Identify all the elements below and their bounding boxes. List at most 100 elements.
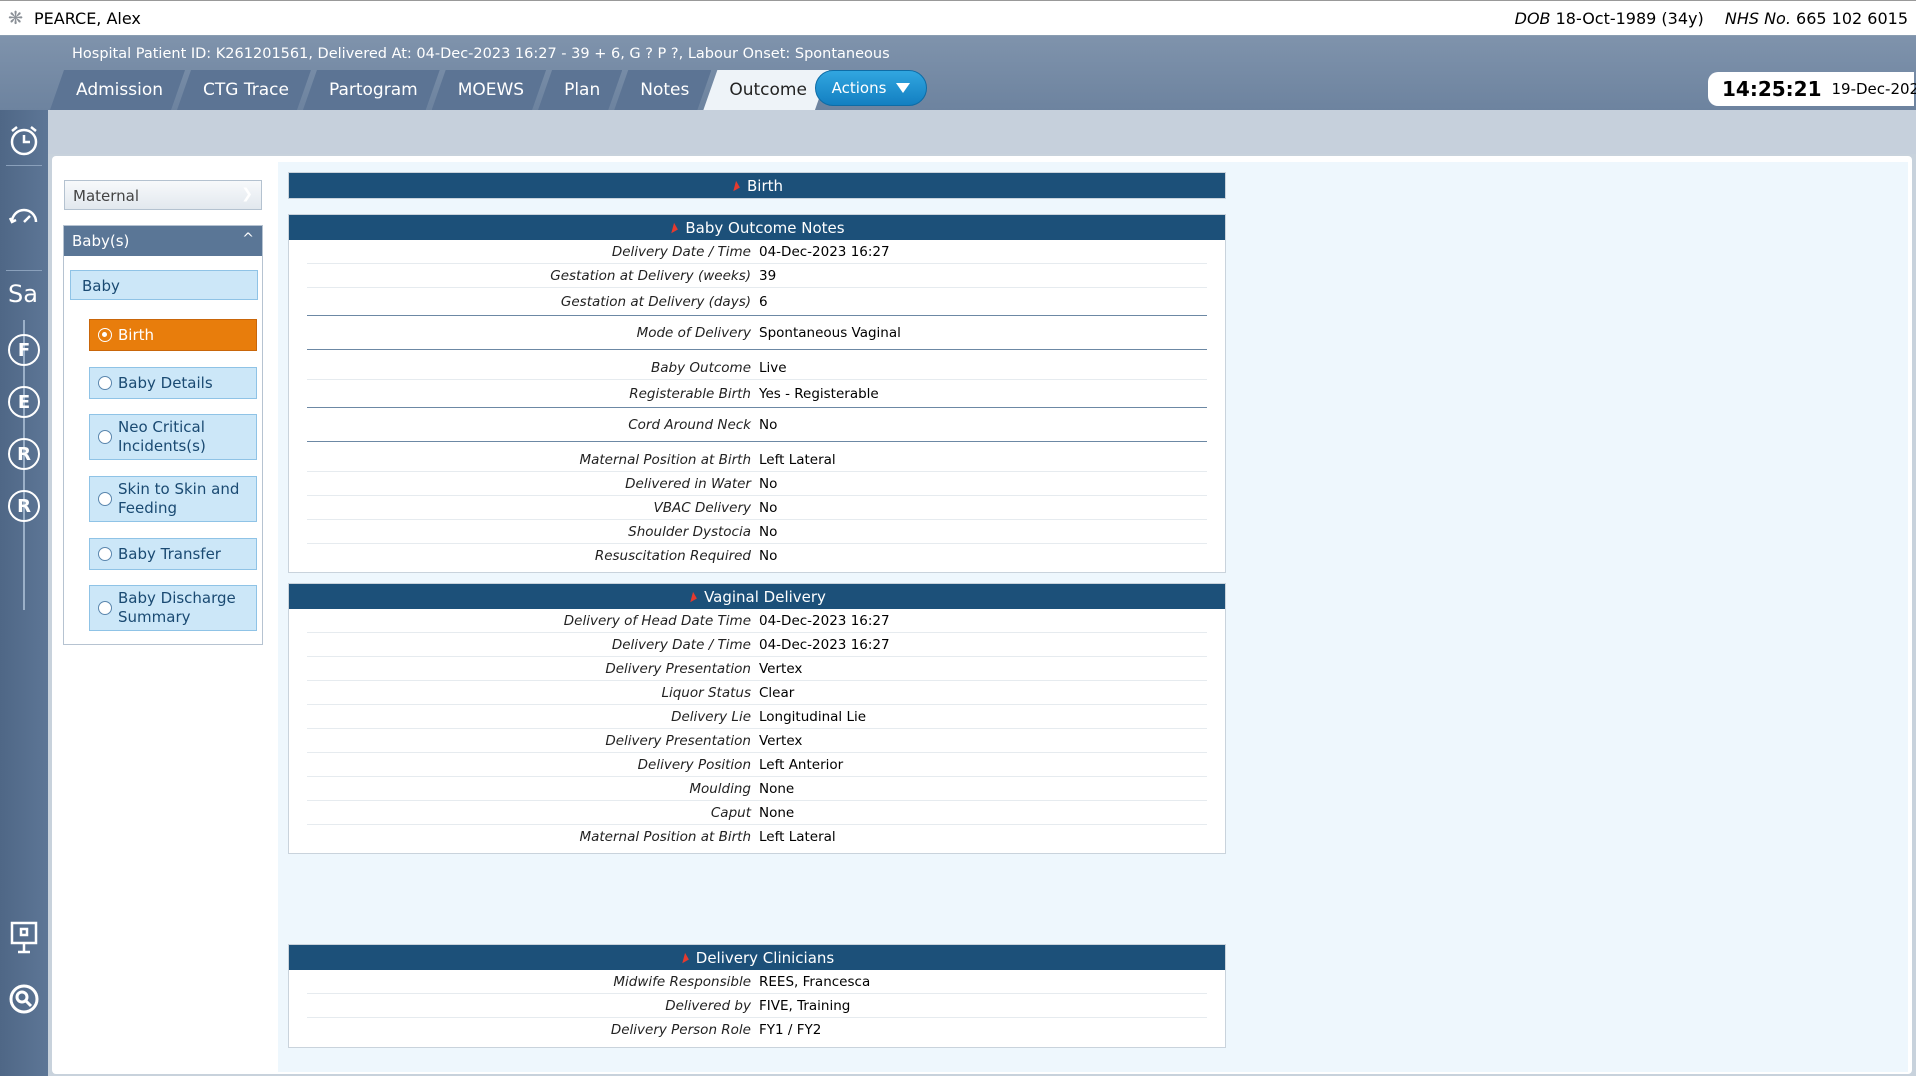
tab-ctg-trace[interactable]: CTG Trace xyxy=(177,70,311,110)
section-title: Baby Outcome Notes xyxy=(685,218,845,237)
presentation-board-icon[interactable] xyxy=(5,918,43,956)
row-label: Delivered in Water xyxy=(625,475,751,492)
rail-divider xyxy=(6,165,42,166)
row-label: Cord Around Neck xyxy=(628,416,751,433)
table-row: Liquor Status Clear xyxy=(307,681,1207,705)
nav-item-birth[interactable]: Birth xyxy=(89,319,257,351)
left-rail: Sa F E R R xyxy=(0,110,48,1076)
nav-item-label: Birth xyxy=(118,325,155,344)
birth-section: ◢ Birth xyxy=(288,172,1226,199)
toolbar-strip xyxy=(48,110,1916,154)
tab-outcome[interactable]: Outcome xyxy=(703,70,829,110)
radio-icon xyxy=(98,430,112,444)
alarm-clock-icon[interactable] xyxy=(5,121,43,159)
table-row: Baby Outcome Live xyxy=(307,350,1207,380)
row-label: Delivery Presentation xyxy=(605,732,751,749)
nav-item-baby-transfer[interactable]: Baby Transfer xyxy=(89,538,257,570)
radio-icon xyxy=(98,492,112,506)
flag-icon: ◢ xyxy=(667,220,680,235)
section-header: ◢ Vaginal Delivery xyxy=(289,584,1225,609)
row-value: No xyxy=(759,475,778,492)
row-label: Gestation at Delivery (weeks) xyxy=(550,267,751,284)
tab-partogram[interactable]: Partogram xyxy=(303,70,440,110)
clock-time: 14:25:21 xyxy=(1722,77,1822,101)
row-value: Spontaneous Vaginal xyxy=(759,324,901,341)
table-row: Delivery Presentation Vertex xyxy=(307,657,1207,681)
outcome-rows: Delivery Date / Time 04-Dec-2023 16:27 Ge… xyxy=(289,240,1225,568)
history-gauge-icon[interactable] xyxy=(5,198,43,236)
nhs-label: NHS No. xyxy=(1724,9,1791,28)
clock-display: 14:25:21 19-Dec-2023 xyxy=(1708,72,1916,106)
maternal-dropdown[interactable]: Maternal ❯ xyxy=(64,180,262,210)
nav-item-label: Baby Discharge Summary xyxy=(118,589,236,626)
flag-icon: ◢ xyxy=(685,589,698,604)
header-band: Hospital Patient ID: K261201561, Deliver… xyxy=(0,36,1916,110)
chevron-down-icon: ❯ xyxy=(241,186,253,202)
table-row: Delivery Position Left Anterior xyxy=(307,753,1207,777)
rail-letter-f[interactable]: F xyxy=(8,334,40,366)
baby-nav-panel: Baby(s) ^ Baby Birth Baby Details Neo Cr… xyxy=(63,225,263,645)
dob-value: 18-Oct-1989 (34y) xyxy=(1555,9,1704,28)
row-value: Clear xyxy=(759,684,795,701)
row-value: 04-Dec-2023 16:27 xyxy=(759,612,890,629)
table-row: VBAC Delivery No xyxy=(307,496,1207,520)
rail-letter-r-2[interactable]: R xyxy=(8,490,40,522)
tab-notes[interactable]: Notes xyxy=(614,70,711,110)
row-value: No xyxy=(759,523,778,540)
row-label: Moulding xyxy=(689,780,751,797)
nav-item-baby-discharge-summary[interactable]: Baby Discharge Summary xyxy=(89,585,257,631)
actions-label: Actions xyxy=(831,79,887,97)
row-value: 04-Dec-2023 16:27 xyxy=(759,243,890,260)
row-value: Live xyxy=(759,359,787,376)
row-label: Caput xyxy=(710,804,751,821)
radio-icon xyxy=(98,547,112,561)
search-icon[interactable] xyxy=(5,980,43,1018)
table-row: Midwife Responsible REES, Francesca xyxy=(307,970,1207,994)
row-value: Longitudinal Lie xyxy=(759,708,867,725)
radio-icon xyxy=(98,601,112,615)
tab-plan[interactable]: Plan xyxy=(538,70,622,110)
baby-item[interactable]: Baby xyxy=(70,270,258,300)
row-label: Delivery Presentation xyxy=(605,660,751,677)
tab-admission[interactable]: Admission xyxy=(50,70,185,110)
row-label: Gestation at Delivery (days) xyxy=(560,293,751,310)
settings-icon[interactable]: ❋ xyxy=(8,9,28,29)
section-title: Delivery Clinicians xyxy=(695,948,835,967)
nav-item-label: Baby Transfer xyxy=(118,544,221,563)
table-row: Delivery Date / Time 04-Dec-2023 16:27 xyxy=(307,633,1207,657)
rail-letter-e[interactable]: E xyxy=(8,386,40,418)
rail-sa[interactable]: Sa xyxy=(8,280,38,308)
row-label: Delivery Date / Time xyxy=(611,243,751,260)
row-label: VBAC Delivery xyxy=(653,499,752,516)
patient-info-line: Hospital Patient ID: K261201561, Deliver… xyxy=(72,46,890,62)
row-value: FIVE, Training xyxy=(759,997,851,1014)
baby-outcome-notes-section: ◢ Baby Outcome Notes Delivery Date / Tim… xyxy=(288,214,1226,573)
rail-divider xyxy=(6,270,42,271)
nav-item-label: Skin to Skin and Feeding xyxy=(118,480,240,517)
rail-letter-r[interactable]: R xyxy=(8,438,40,470)
table-row: Cord Around Neck No xyxy=(307,408,1207,442)
babies-header[interactable]: Baby(s) ^ xyxy=(64,226,262,256)
actions-button[interactable]: Actions xyxy=(815,70,927,106)
table-row: Maternal Position at Birth Left Lateral xyxy=(307,825,1207,849)
nav-item-neo-critical-incidents[interactable]: Neo Critical Incidents(s) xyxy=(89,414,257,460)
nhs-value: 665 102 6015 xyxy=(1796,9,1908,28)
row-value: Yes - Registerable xyxy=(759,385,879,402)
row-label: Delivery Date / Time xyxy=(611,636,751,653)
clinician-rows: Midwife Responsible REES, Francesca Deliv… xyxy=(289,970,1225,1042)
row-value: None xyxy=(759,780,795,797)
table-row: Delivery Presentation Vertex xyxy=(307,729,1207,753)
nav-item-baby-details[interactable]: Baby Details xyxy=(89,367,257,399)
delivery-clinicians-section: ◢ Delivery Clinicians Midwife Responsibl… xyxy=(288,944,1226,1048)
row-value: Vertex xyxy=(759,732,803,749)
row-label: Maternal Position at Birth xyxy=(579,829,751,845)
nav-item-skin-to-skin[interactable]: Skin to Skin and Feeding xyxy=(89,476,257,522)
row-label: Delivery of Head Date Time xyxy=(563,612,751,629)
row-value: Left Lateral xyxy=(759,829,836,845)
row-label: Delivered by xyxy=(665,997,751,1014)
vaginal-rows: Delivery of Head Date Time 04-Dec-2023 16… xyxy=(289,609,1225,849)
table-row: Registerable Birth Yes - Registerable xyxy=(307,380,1207,408)
tab-moews[interactable]: MOEWS xyxy=(432,70,546,110)
section-header: ◢ Baby Outcome Notes xyxy=(289,215,1225,240)
table-row: Shoulder Dystocia No xyxy=(307,520,1207,544)
